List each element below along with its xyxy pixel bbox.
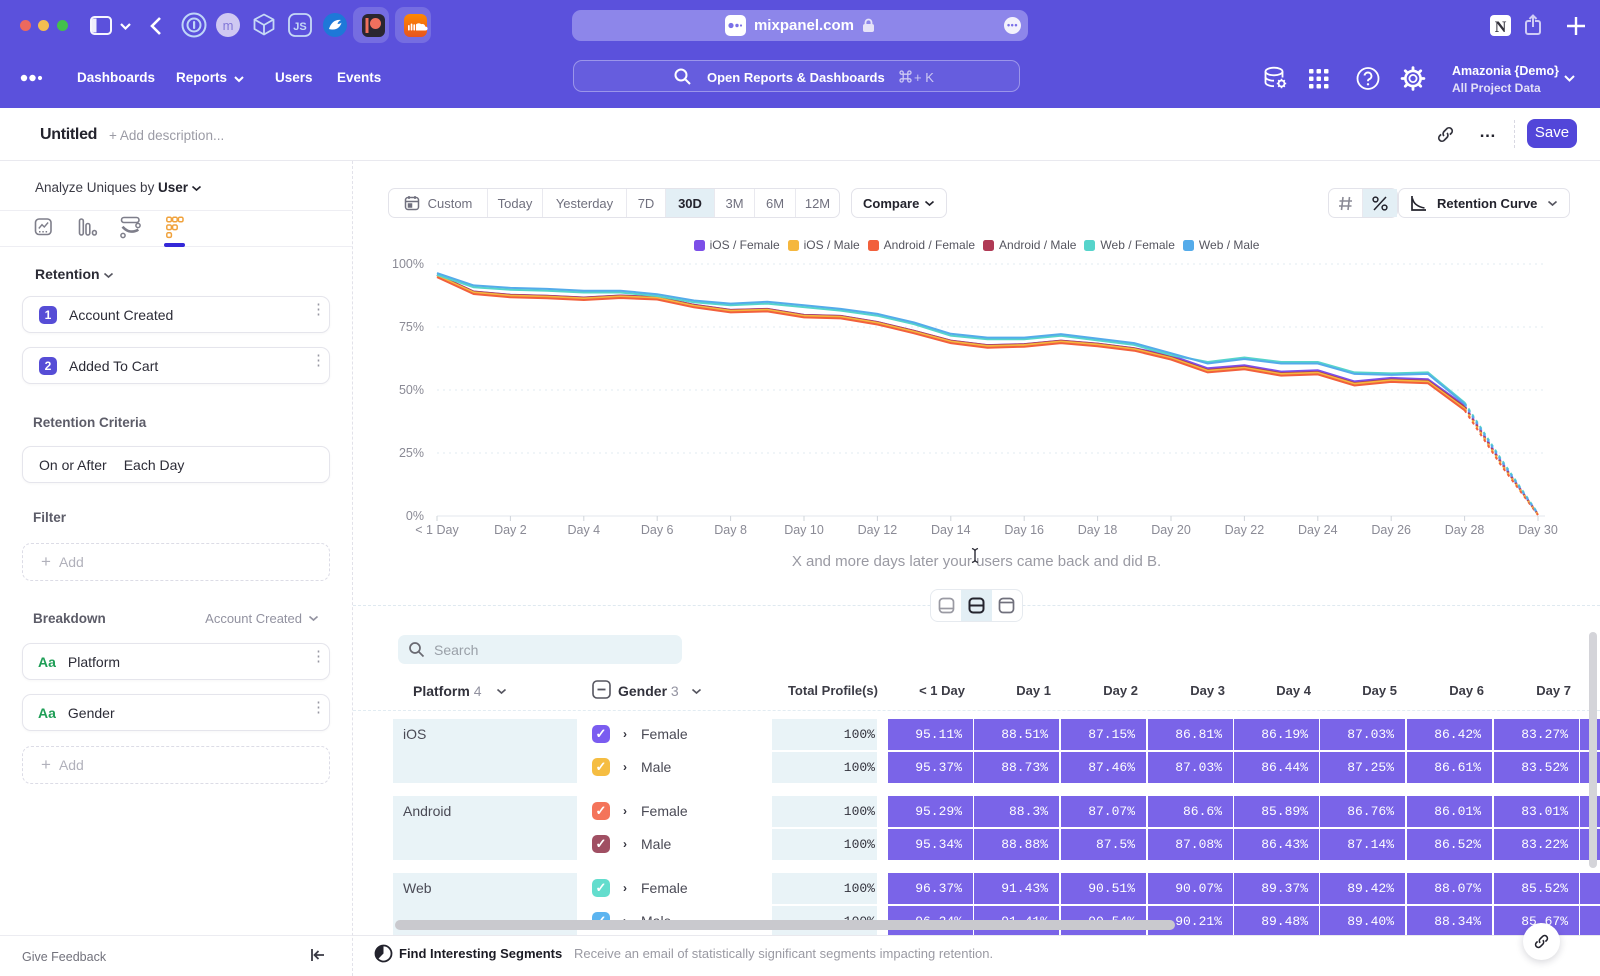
svg-text:Day 20: Day 20 <box>1151 523 1191 537</box>
svg-text:Day 2: Day 2 <box>494 523 527 537</box>
svg-text:Day 24: Day 24 <box>1298 523 1338 537</box>
svg-text:Day 22: Day 22 <box>1225 523 1265 537</box>
svg-text:25%: 25% <box>399 446 424 460</box>
svg-text:Day 6: Day 6 <box>641 523 674 537</box>
svg-text:0%: 0% <box>406 509 424 523</box>
svg-text:75%: 75% <box>399 320 424 334</box>
svg-text:Day 14: Day 14 <box>931 523 971 537</box>
svg-text:Day 4: Day 4 <box>567 523 600 537</box>
svg-text:50%: 50% <box>399 383 424 397</box>
svg-text:< 1 Day: < 1 Day <box>415 523 459 537</box>
svg-text:Day 30: Day 30 <box>1518 523 1558 537</box>
svg-text:Day 26: Day 26 <box>1371 523 1411 537</box>
svg-text:Day 16: Day 16 <box>1004 523 1044 537</box>
svg-text:Day 12: Day 12 <box>858 523 898 537</box>
svg-text:Day 18: Day 18 <box>1078 523 1118 537</box>
svg-text:Day 28: Day 28 <box>1445 523 1485 537</box>
svg-text:Day 10: Day 10 <box>784 523 824 537</box>
svg-text:100%: 100% <box>392 257 424 271</box>
svg-text:Day 8: Day 8 <box>714 523 747 537</box>
